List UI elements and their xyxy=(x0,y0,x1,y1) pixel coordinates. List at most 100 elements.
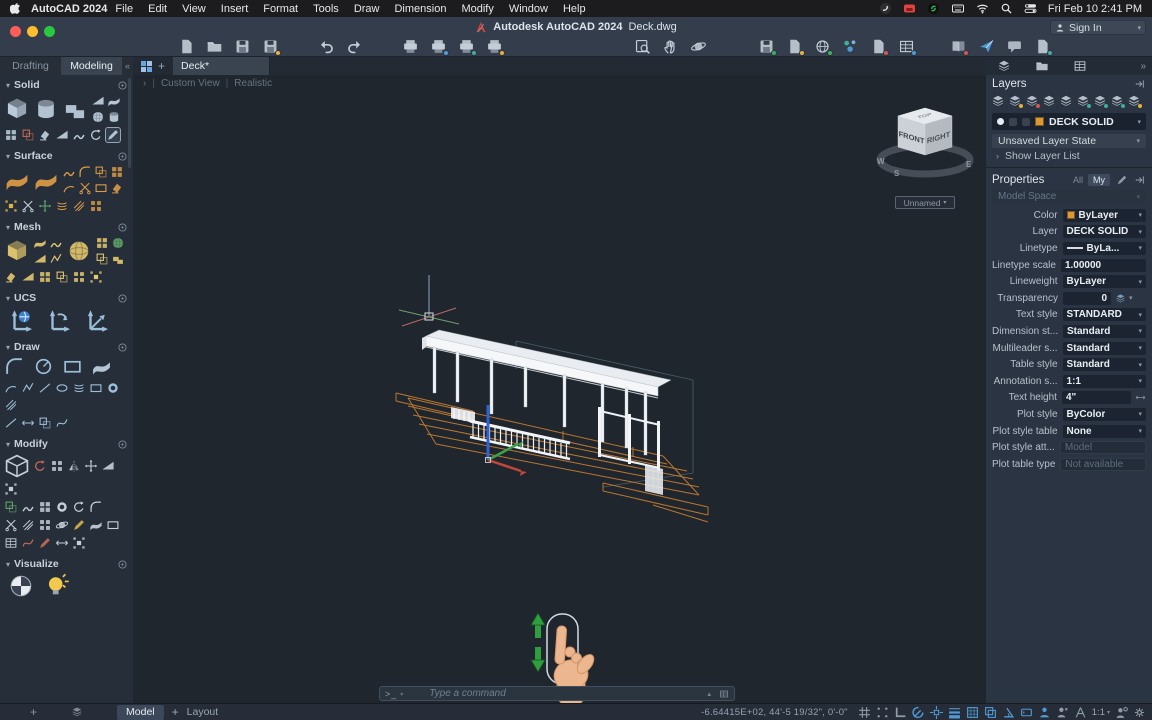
menu-file[interactable]: File xyxy=(115,3,133,15)
previous-layer-icon[interactable] xyxy=(1025,94,1041,109)
quick-plot-button[interactable] xyxy=(430,38,449,56)
sign-in-button[interactable]: Sign In ▾ xyxy=(1050,20,1146,35)
fillet-icon[interactable] xyxy=(89,500,103,514)
region-icon[interactable] xyxy=(89,381,103,395)
stretch-icon[interactable] xyxy=(4,536,18,550)
layers-panel-tab-icon[interactable] xyxy=(997,59,1011,73)
cv-edit-icon[interactable] xyxy=(21,199,35,213)
drawing-tab-deck[interactable]: Deck* xyxy=(173,57,271,75)
current-layer-dropdown[interactable]: DECK SOLID ▾ xyxy=(992,113,1146,130)
unisolate-layer-icon[interactable] xyxy=(1059,94,1073,108)
standards-button[interactable] xyxy=(950,38,969,56)
chamfer-icon[interactable] xyxy=(107,110,121,124)
compass-west-label[interactable]: W xyxy=(877,157,885,166)
selection-type-dropdown[interactable]: Model Space ▾ xyxy=(992,190,1146,203)
rebuild-icon[interactable] xyxy=(38,199,52,213)
annotation-visibility-toggle[interactable] xyxy=(1038,706,1051,719)
3d-gizmo-icon[interactable] xyxy=(4,453,30,479)
page-setup-button[interactable] xyxy=(486,38,505,56)
transparency-icon[interactable] xyxy=(1115,293,1126,304)
command-history-toggle[interactable]: ▴ xyxy=(707,690,711,698)
wedge-icon[interactable] xyxy=(91,94,105,108)
untrim-icon[interactable] xyxy=(110,181,124,195)
polysolid-icon[interactable] xyxy=(4,128,18,142)
zoom-window-button[interactable] xyxy=(634,38,651,55)
count-button[interactable] xyxy=(898,38,917,56)
chevron-down-icon[interactable]: ▾ xyxy=(1129,294,1133,302)
extrude-icon[interactable] xyxy=(55,128,69,142)
table-style-field[interactable]: Standard ▾ xyxy=(1062,358,1146,372)
export-button[interactable] xyxy=(758,38,777,56)
arc-icon[interactable] xyxy=(4,381,18,395)
polyline-icon[interactable] xyxy=(4,356,25,377)
union-icon[interactable] xyxy=(62,96,88,122)
section-draw-header[interactable]: ▾ Draw xyxy=(0,340,133,354)
plot-button[interactable] xyxy=(402,38,419,55)
orbit-button[interactable] xyxy=(690,38,707,55)
command-customize-icon[interactable] xyxy=(719,689,729,699)
control-center-icon[interactable] xyxy=(1024,2,1037,15)
sheet-set-panel-tab-icon[interactable] xyxy=(1035,59,1049,73)
command-line[interactable]: >_ ▾ Type a command ▴ xyxy=(379,686,735,701)
ortho-mode-toggle[interactable] xyxy=(894,706,907,719)
layer-color-swatch[interactable] xyxy=(1035,117,1044,126)
line-icon[interactable] xyxy=(38,381,52,395)
open-button[interactable] xyxy=(206,38,223,55)
spline-icon[interactable] xyxy=(55,416,69,430)
more-panels-button[interactable]: » xyxy=(1140,61,1146,72)
close-hole-icon[interactable] xyxy=(111,252,125,266)
named-view-dropdown[interactable]: Unnamed ▾ xyxy=(895,196,955,209)
3d-mirror-icon[interactable] xyxy=(67,459,81,473)
insert-button[interactable] xyxy=(786,38,805,56)
trim-icon[interactable] xyxy=(4,518,18,532)
section-options-icon[interactable] xyxy=(118,151,127,161)
planar-surface-icon[interactable] xyxy=(91,356,112,377)
collaborate-button[interactable] xyxy=(842,38,859,55)
hatch-icon[interactable] xyxy=(4,398,18,412)
polar-tracking-toggle[interactable] xyxy=(912,706,925,719)
hatch-edit-icon[interactable] xyxy=(21,518,35,532)
collapse-palette-button[interactable]: « xyxy=(122,57,134,75)
lock-layer-icon[interactable] xyxy=(1110,94,1126,109)
wifi-icon[interactable] xyxy=(976,2,989,15)
sweep-icon[interactable] xyxy=(107,94,121,108)
dimension-style-field[interactable]: Standard ▾ xyxy=(1063,324,1146,338)
section-options-icon[interactable] xyxy=(118,80,127,90)
extend-icon[interactable] xyxy=(78,181,92,195)
isolate-layer-icon[interactable] xyxy=(1042,94,1056,108)
auto-hide-pin-icon[interactable] xyxy=(1134,78,1146,90)
shazam-icon[interactable] xyxy=(927,2,940,15)
undo-button[interactable] xyxy=(318,38,335,55)
compass-east-label[interactable]: E xyxy=(966,160,972,169)
loft-icon[interactable] xyxy=(72,128,86,142)
menu-window[interactable]: Window xyxy=(509,3,548,15)
auto-hide-pin-icon[interactable] xyxy=(1134,174,1146,186)
section-options-icon[interactable] xyxy=(118,293,127,303)
section-options-icon[interactable] xyxy=(118,222,127,232)
layer-on-icon[interactable] xyxy=(997,118,1004,125)
split-face-icon[interactable] xyxy=(111,236,125,250)
section-visualize-header[interactable]: ▾ Visualize xyxy=(0,557,133,571)
mesh-refine-icon[interactable] xyxy=(38,270,52,284)
chevron-down-icon[interactable]: ▾ xyxy=(1137,24,1141,32)
layer-field[interactable]: DECK SOLID ▾ xyxy=(1062,225,1146,239)
move-icon[interactable] xyxy=(84,459,98,473)
shortcuts-icon[interactable] xyxy=(879,2,892,15)
blend-icon[interactable] xyxy=(78,165,92,179)
feedback-button[interactable] xyxy=(1006,38,1023,55)
revolve-icon[interactable] xyxy=(89,128,103,142)
surface-network-icon[interactable] xyxy=(4,167,30,193)
spin-face-icon[interactable] xyxy=(21,270,35,284)
render-materials-icon[interactable] xyxy=(8,573,34,599)
mesh-array-icon[interactable] xyxy=(72,270,86,284)
tab-list-icon[interactable] xyxy=(71,706,83,718)
chevron-down-icon[interactable]: ▾ xyxy=(400,691,403,698)
new-layout-button[interactable]: + xyxy=(172,705,179,719)
selection-cycling-toggle[interactable] xyxy=(984,706,997,719)
tab-drafting[interactable]: Drafting xyxy=(0,57,61,75)
show-layer-list-toggle[interactable]: › Show Layer List xyxy=(986,148,1152,164)
pick-height-icon[interactable] xyxy=(1135,392,1146,403)
annotation-scale-dropdown[interactable]: 1:1 ▾ xyxy=(1092,707,1110,718)
sheet-edit-icon[interactable] xyxy=(89,518,103,532)
model-tab[interactable]: Model xyxy=(117,704,164,720)
